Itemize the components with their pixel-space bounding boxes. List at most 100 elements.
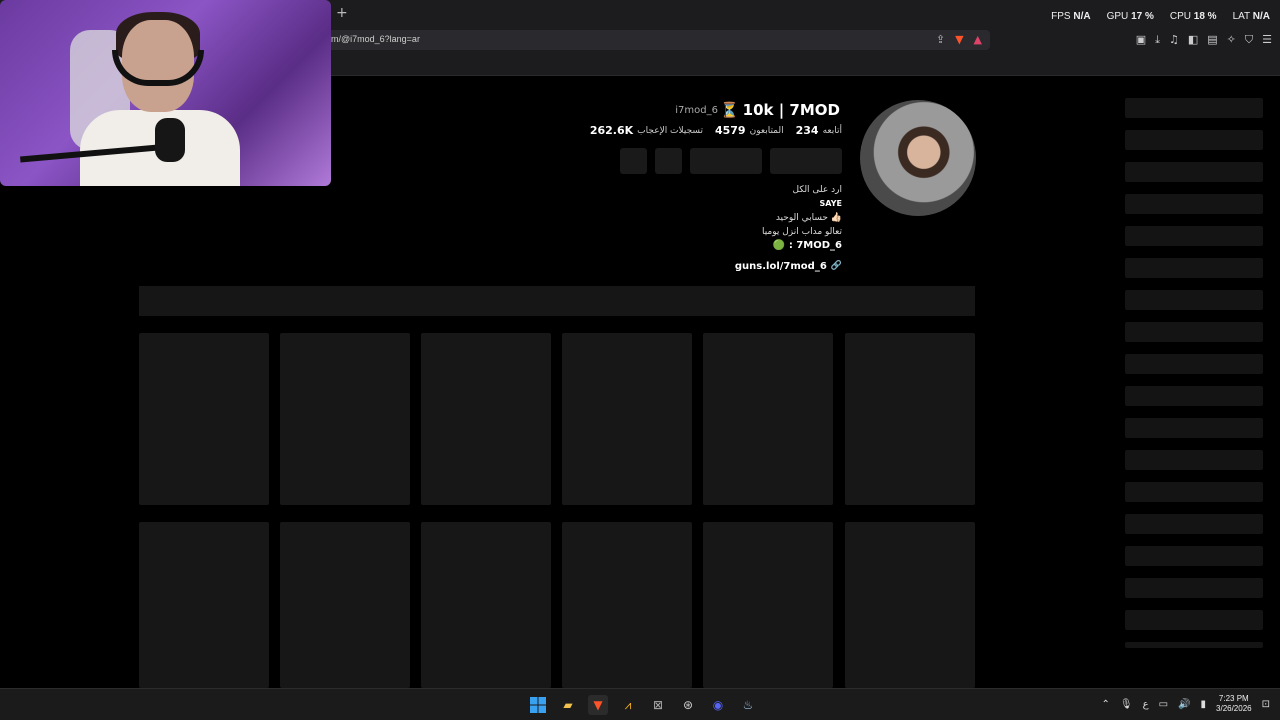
menu-icon[interactable]: ☰: [1262, 33, 1272, 47]
performance-overlay: FPS N/A GPU 17 % CPU 18 % LAT N/A: [1051, 11, 1270, 22]
video-thumbnail-placeholder[interactable]: [845, 522, 975, 688]
microphone: [155, 118, 185, 162]
share-icon[interactable]: ⇪: [936, 33, 945, 46]
video-thumbnail-placeholder[interactable]: [280, 522, 410, 688]
toolbar-icons: ▣ ⤓ ♫ ◧ ▤ ✧ ⛉ ☰: [1136, 33, 1272, 47]
sidebar-placeholder: [1125, 418, 1263, 438]
profile-bio: ارد على الكل SAYE حسابي الوحيد 👍🏻 تعالو …: [762, 183, 842, 253]
sidebar-placeholder: [1125, 354, 1263, 374]
video-thumbnail-placeholder[interactable]: [845, 333, 975, 505]
video-thumbnail-placeholder[interactable]: [139, 522, 269, 688]
profile-display-name: ⏳ 10k | 7MOD: [720, 101, 840, 119]
link-icon: 🔗: [830, 261, 842, 271]
sidebar-placeholder: [1125, 322, 1263, 342]
taskbar-clock[interactable]: 7:23 PM 3/26/2026: [1216, 694, 1252, 714]
video-thumbnail-placeholder[interactable]: [139, 333, 269, 505]
steam-icon[interactable]: ♨: [738, 695, 758, 715]
sidebar-placeholder: [1125, 162, 1263, 182]
new-tab-button[interactable]: +: [336, 5, 348, 21]
tray-chevron-icon[interactable]: ⌃: [1102, 699, 1110, 710]
brave-shield-icon[interactable]: ▼: [955, 33, 963, 46]
follow-button-placeholder[interactable]: [770, 148, 842, 174]
battery-icon[interactable]: ▮: [1201, 699, 1207, 710]
fps-value: N/A: [1073, 11, 1091, 22]
sidebar-placeholder: [1125, 386, 1263, 406]
address-bar[interactable]: m/@i7mod_6?lang=ar ⇪ ▼ ▲: [326, 30, 990, 50]
sidebar-placeholder: [1125, 578, 1263, 598]
sidebar-panel-icon[interactable]: ▣: [1136, 33, 1146, 47]
video-tabs-placeholder: [139, 286, 975, 316]
download-icon[interactable]: ⤓: [1155, 33, 1160, 47]
sidebar-placeholder: [1125, 194, 1263, 214]
profile-username: i7mod_6: [675, 105, 718, 116]
notification-icon[interactable]: ⊡: [1262, 699, 1270, 710]
brave-browser-icon[interactable]: ▼: [588, 695, 608, 715]
lat-value: N/A: [1252, 11, 1270, 22]
sidebar-placeholder: [1125, 514, 1263, 534]
vpn-icon[interactable]: ⛉: [1245, 33, 1253, 47]
gpu-label: GPU: [1106, 11, 1129, 22]
clock-date: 3/26/2026: [1216, 704, 1252, 713]
lat-stat: LAT N/A: [1233, 11, 1270, 22]
stat-label: المتابعون: [749, 125, 784, 136]
network-icon[interactable]: ▭: [1159, 699, 1168, 710]
stat-likes: تسجيلات الإعجاب 262.6K: [590, 124, 703, 137]
link-text[interactable]: guns.lol/7mod_6: [735, 261, 827, 272]
sidebar-placeholder: [1125, 546, 1263, 566]
bio-line: SAYE: [819, 199, 842, 208]
url-text[interactable]: m/@i7mod_6?lang=ar: [331, 34, 420, 44]
video-thumbnail-placeholder[interactable]: [280, 333, 410, 505]
video-thumbnail-placeholder[interactable]: [421, 522, 551, 688]
stat-label: أتابعه: [822, 125, 842, 136]
stat-label: تسجيلات الإعجاب: [637, 125, 703, 136]
video-thumbnail-placeholder[interactable]: [703, 333, 833, 505]
bio-line: تعالو مداب انزل يوميا: [761, 227, 842, 237]
system-tray: ⌃ 🎙 ع ▭ 🔊 ▮ 7:23 PM 3/26/2026 ⊡: [1102, 694, 1270, 714]
xbox-icon[interactable]: ⊠: [648, 695, 668, 715]
gpu-value: 17 %: [1131, 11, 1154, 22]
microphone-tray-icon[interactable]: 🎙: [1120, 699, 1133, 710]
bio-line: حسابي الوحيد 👍🏻: [775, 213, 842, 223]
profile-avatar[interactable]: [860, 100, 976, 216]
cpu-value: 18 %: [1193, 11, 1217, 22]
sidebar-icon[interactable]: ◧: [1188, 33, 1198, 47]
video-thumbnail-placeholder[interactable]: [562, 333, 692, 505]
stat-following[interactable]: أتابعه 234: [796, 124, 842, 137]
sidebar-placeholder: [1125, 290, 1263, 310]
more-button-placeholder[interactable]: [655, 148, 682, 174]
video-thumbnail-placeholder[interactable]: [421, 333, 551, 505]
language-indicator[interactable]: ع: [1143, 699, 1149, 710]
webcam-overlay: [0, 0, 331, 186]
file-explorer-icon[interactable]: ▰: [558, 695, 578, 715]
cpu-stat: CPU 18 %: [1170, 11, 1217, 22]
url-icons: ⇪ ▼ ▲: [936, 33, 982, 46]
sidebar-placeholder: [1125, 450, 1263, 470]
media-icon[interactable]: ♫: [1169, 33, 1179, 47]
video-thumbnail-placeholder[interactable]: [703, 522, 833, 688]
brave-rewards-icon[interactable]: ▲: [974, 33, 982, 46]
sidebar-placeholder: [1125, 610, 1263, 630]
sidebar-placeholder: [1125, 258, 1263, 278]
leo-ai-icon[interactable]: ✧: [1227, 33, 1236, 47]
display-name-text: 10k | 7MOD: [742, 101, 840, 119]
bio-line: 🟢 : 7MOD_6: [772, 240, 842, 251]
sidebar-placeholder: [1125, 98, 1263, 118]
wallet-icon[interactable]: ▤: [1207, 33, 1217, 47]
taskbar-apps: ▰ ▼ ⩘ ⊠ ⊛ ◉ ♨: [528, 695, 758, 715]
video-thumbnail-placeholder[interactable]: [562, 522, 692, 688]
message-button-placeholder[interactable]: [690, 148, 762, 174]
chatgpt-icon[interactable]: ⊛: [678, 695, 698, 715]
app-launcher-icon[interactable]: ⩘: [618, 695, 638, 715]
profile-link[interactable]: guns.lol/7mod_6 🔗: [735, 261, 842, 272]
volume-icon[interactable]: 🔊: [1178, 699, 1190, 710]
name-divider: [725, 105, 726, 117]
stat-value: 262.6K: [589, 124, 634, 137]
windows-start-icon[interactable]: [528, 695, 548, 715]
share-button-placeholder[interactable]: [620, 148, 647, 174]
fps-label: FPS: [1051, 11, 1071, 22]
stat-followers[interactable]: المتابعون 4579: [715, 124, 784, 137]
lat-label: LAT: [1232, 11, 1250, 22]
discord-icon[interactable]: ◉: [708, 695, 728, 715]
fps-stat: FPS N/A: [1051, 11, 1090, 22]
windows-taskbar: ▰ ▼ ⩘ ⊠ ⊛ ◉ ♨ ⌃ 🎙 ع ▭ 🔊 ▮ 7:23 PM 3/26/2…: [0, 688, 1280, 720]
